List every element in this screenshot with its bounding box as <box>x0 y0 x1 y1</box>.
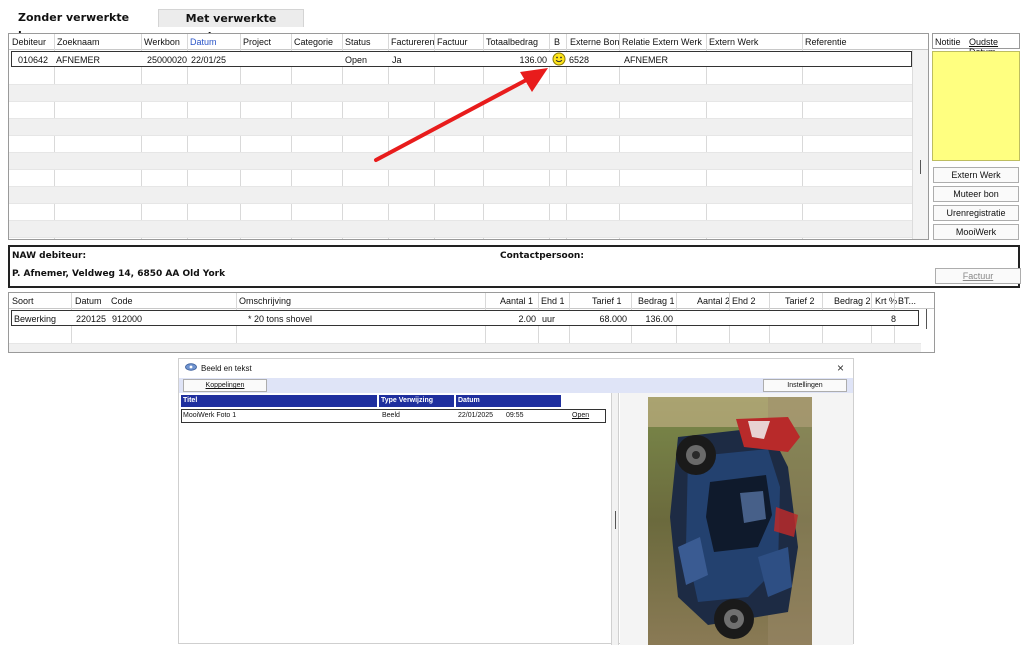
empty-row <box>9 204 914 221</box>
muteer-bon-button[interactable]: Muteer bon <box>933 186 1019 202</box>
col-datum[interactable]: Datum <box>190 37 217 47</box>
col-tarief1[interactable]: Tarief 1 <box>592 296 622 306</box>
extern-werk-button[interactable]: Extern Werk <box>933 167 1019 183</box>
split-grip[interactable] <box>615 511 616 529</box>
cell-bt: 8 <box>890 314 896 324</box>
cell-aantal1: 2.00 <box>518 314 536 324</box>
koppelingen-button[interactable]: Koppelingen <box>183 379 267 392</box>
cell-datum: 22/01/2025 <box>458 412 494 419</box>
col-datum[interactable]: Datum <box>75 296 102 306</box>
mooiwerk-button[interactable]: MooiWerk <box>933 224 1019 240</box>
image-preview-pane <box>620 393 853 645</box>
col-code[interactable]: Code <box>111 296 133 306</box>
col-b[interactable]: B <box>554 37 560 47</box>
col-ehd1[interactable]: Ehd 1 <box>541 296 565 306</box>
tab-zonder-verwerkte-bonnen[interactable]: Zonder verwerkte bonnen <box>12 9 154 42</box>
tab-met-verwerkte-bonnen[interactable]: Met verwerkte bonnen <box>158 9 304 43</box>
notitie-header: Notitie Oudste Datum <box>932 33 1020 57</box>
split-handle[interactable] <box>611 393 619 645</box>
col-aantal2[interactable]: Aantal 2 <box>697 296 730 306</box>
factuur-button[interactable]: Factuur <box>935 268 1021 284</box>
col-status[interactable]: Status <box>345 37 371 47</box>
close-icon[interactable]: × <box>837 361 844 375</box>
cell-omschrijving: * 20 tons shovel <box>248 314 313 324</box>
grid-scrollbar[interactable] <box>912 50 928 239</box>
empty-row <box>9 344 921 352</box>
cell-relatie-extern-werk: AFNEMER <box>624 55 669 65</box>
cell-werkbon: 25000020 <box>147 55 188 65</box>
open-link[interactable]: Open <box>572 412 589 419</box>
cell-tarief1: 68.000 <box>599 314 627 324</box>
naw-label: NAW debiteur: <box>12 251 87 261</box>
notitie-label[interactable]: Notitie <box>935 37 961 47</box>
koppelingen-table-header: Titel Type Verwijzing Datum <box>181 395 608 408</box>
col-bedrag1[interactable]: Bedrag 1 <box>638 296 675 306</box>
popup-titlebar: Beeld en tekst × <box>179 359 853 378</box>
popup-title: Beeld en tekst <box>201 364 252 373</box>
cell-type: Beeld <box>382 412 400 419</box>
contactpersoon-label: Contactpersoon: <box>500 251 584 261</box>
empty-row <box>9 221 914 238</box>
col-ehd2[interactable]: Ehd 2 <box>732 296 756 306</box>
cell-titel: MooiWerk Foto 1 <box>183 412 237 419</box>
col-factuur[interactable]: Factuur <box>437 37 468 47</box>
cell-soort: Bewerking <box>14 314 57 324</box>
red-arrow-annotation <box>374 68 548 162</box>
table-row[interactable]: Bewerking 220125 912000 * 20 tons shovel… <box>11 310 919 326</box>
cell-datum: 220125 <box>76 314 107 324</box>
col-werkbon[interactable]: Werkbon <box>144 37 180 47</box>
regels-grid: Soort Datum Code Omschrijving Aantal 1 E… <box>8 292 935 353</box>
grid-header: Debiteur Zoeknaam Werkbon Datum Project … <box>9 34 928 50</box>
col-debiteur[interactable]: Debiteur <box>12 37 46 47</box>
instellingen-button[interactable]: Instellingen <box>763 379 847 392</box>
col-datum[interactable]: Datum <box>456 395 561 407</box>
col-aantal1[interactable]: Aantal 1 <box>500 296 533 306</box>
col-tarief2[interactable]: Tarief 2 <box>785 296 815 306</box>
col-omschrijving[interactable]: Omschrijving <box>239 296 291 306</box>
col-type-verwijzing[interactable]: Type Verwijzing <box>379 395 454 407</box>
notitie-area[interactable] <box>932 51 1020 161</box>
cell-datum: 22/01/25 <box>191 55 227 65</box>
popup-toolbar: Koppelingen Instellingen <box>179 378 853 393</box>
table-row[interactable]: MooiWerk Foto 1 Beeld 22/01/2025 09:55 O… <box>181 409 606 423</box>
beeld-en-tekst-window: Beeld en tekst × Koppelingen Instellinge… <box>178 358 854 645</box>
cell-zoeknaam: AFNEMER <box>56 55 101 65</box>
scrollbar-thumb[interactable] <box>926 309 927 329</box>
scrollbar-thumb[interactable] <box>920 160 921 174</box>
col-zoeknaam[interactable]: Zoeknaam <box>57 37 100 47</box>
col-project[interactable]: Project <box>243 37 271 47</box>
regels-header: Soort Datum Code Omschrijving Aantal 1 E… <box>9 293 934 309</box>
col-soort[interactable]: Soort <box>12 296 34 306</box>
col-referentie[interactable]: Referentie <box>805 37 847 47</box>
urenregistratie-button[interactable]: Urenregistratie <box>933 205 1019 221</box>
cell-bedrag1: 136.00 <box>645 314 673 324</box>
col-bt[interactable]: BT... <box>898 296 916 306</box>
col-totaalbedrag[interactable]: Totaalbedrag <box>486 37 538 47</box>
cell-status: Open <box>345 55 368 65</box>
col-titel[interactable]: Titel <box>181 395 377 407</box>
col-categorie[interactable]: Categorie <box>294 37 333 47</box>
col-extern-werk[interactable]: Extern Werk <box>709 37 758 47</box>
eye-icon <box>185 363 197 373</box>
empty-row <box>9 327 921 344</box>
empty-row <box>9 170 914 187</box>
empty-row <box>9 187 914 204</box>
col-relatie-extern-werk[interactable]: Relatie Extern Werk <box>622 37 702 47</box>
col-bedrag2[interactable]: Bedrag 2 <box>834 296 871 306</box>
col-factureren[interactable]: Factureren <box>391 37 435 47</box>
cell-externe-bon: 6528 <box>569 55 590 65</box>
car-photo[interactable] <box>648 397 812 645</box>
cell-debiteur: 010642 <box>18 55 49 65</box>
cell-tijd: 09:55 <box>506 412 524 419</box>
cell-ehd1: uur <box>542 314 556 324</box>
col-externe-bon[interactable]: Externe Bon <box>570 37 620 47</box>
naw-debiteur-panel: NAW debiteur: P. Afnemer, Veldweg 14, 68… <box>8 245 1021 288</box>
naw-address: P. Afnemer, Veldweg 14, 6850 AA Old York <box>12 269 226 279</box>
cell-code: 912000 <box>112 314 143 324</box>
